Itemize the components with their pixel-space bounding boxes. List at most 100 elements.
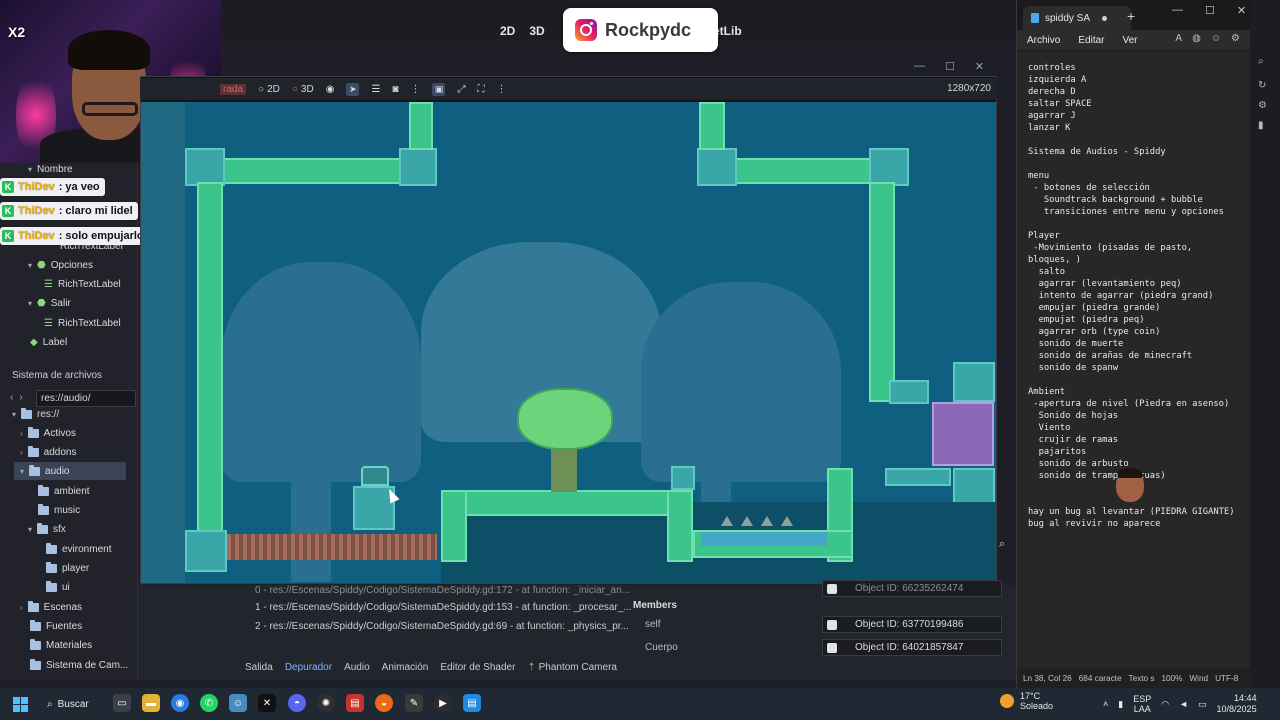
search-icon[interactable]: ⌕ [1258, 56, 1264, 67]
tab-audio[interactable]: Audio [344, 662, 370, 673]
encoding[interactable]: UTF-8 [1215, 674, 1238, 683]
fs-item[interactable]: evironment [46, 540, 111, 558]
fs-item[interactable]: Fuentes [30, 617, 82, 635]
object-id-field[interactable]: Object ID: 63770199486 [822, 616, 1002, 633]
scene-tree-item[interactable]: ◆ Label [30, 333, 67, 351]
tab-animacion[interactable]: Animación [382, 662, 429, 673]
more-icon[interactable]: ⋮ [496, 84, 506, 95]
tab-depurador[interactable]: Depurador [285, 662, 332, 673]
history-icon[interactable]: ↻ [1258, 80, 1266, 91]
clock[interactable]: 14:44 10/8/2025 [1217, 693, 1257, 715]
fs-item[interactable]: › Activos [20, 424, 76, 442]
settings-icon[interactable]: ⚙ [1258, 100, 1267, 111]
scene-tree-item[interactable]: ▾ ⬣ Opciones [28, 256, 93, 274]
file-explorer-icon[interactable]: ▬ [142, 694, 160, 712]
minimize-icon[interactable]: — [914, 60, 925, 73]
search-icon[interactable]: ⌕ [999, 538, 1005, 551]
fullscreen-icon[interactable]: ⛶ [477, 84, 484, 95]
chevron-up-icon[interactable]: ˄ [1103, 699, 1108, 709]
menu-editar[interactable]: Editar [1078, 35, 1104, 46]
settings-icon[interactable]: ⚙ [1231, 33, 1240, 44]
expand-icon[interactable]: ⤢ [457, 84, 465, 95]
format-icon[interactable]: A [1175, 33, 1182, 44]
fs-item[interactable]: Sistema de Cam... [30, 656, 128, 674]
tab-phantom-camera[interactable]: ⇡ Phantom Camera [527, 662, 617, 673]
fs-item[interactable]: › Escenas [20, 598, 82, 616]
camera-icon[interactable]: ◙ [392, 84, 398, 95]
fs-item[interactable]: ▾ res:// [12, 405, 59, 423]
eye-icon[interactable]: ◉ [326, 84, 335, 95]
select-icon[interactable]: ➤ [346, 82, 360, 96]
fs-item[interactable]: music [38, 501, 80, 519]
blender-icon[interactable]: ◒ [375, 694, 393, 712]
discord-icon[interactable]: ◓ [288, 694, 306, 712]
cam-label: X2 [8, 24, 26, 40]
expand-icon[interactable]: ▾ [28, 299, 32, 308]
app-icon[interactable]: ✎ [405, 694, 423, 712]
taskbar-search[interactable]: ⌕ Buscar [47, 695, 89, 713]
fs-item[interactable]: Materiales [30, 636, 92, 654]
menu-ver[interactable]: Ver [1122, 35, 1137, 46]
copilot-icon[interactable]: ◍ [1192, 33, 1201, 44]
battery-icon[interactable]: ▭ [1198, 699, 1207, 710]
notepad-taskbar-icon[interactable]: ▤ [463, 694, 481, 712]
scene-tree-item[interactable]: ☰ RichTextLabel [44, 275, 121, 293]
path-nav-arrows[interactable]: ‹› [10, 392, 29, 403]
list-icon[interactable]: ☰ [371, 84, 380, 95]
object-id-field[interactable]: Object ID: 66235262474 [822, 580, 1002, 597]
line-ending[interactable]: Wind [1189, 674, 1208, 683]
wifi-icon[interactable]: ◠ [1161, 699, 1169, 710]
tab-salida[interactable]: Salida [245, 662, 273, 673]
close-icon[interactable]: ✕ [975, 60, 984, 73]
maximize-icon[interactable]: ☐ [945, 60, 955, 73]
toggle-3d[interactable]: ○ 3D [292, 84, 314, 95]
task-view-icon[interactable]: ▭ [113, 694, 131, 712]
menu-archivo[interactable]: Archivo [1027, 35, 1060, 46]
app-icon[interactable]: ▤ [346, 694, 364, 712]
notepad-text-area[interactable]: controles izquierda A derecha D saltar S… [1017, 52, 1251, 668]
fs-item[interactable]: ▾ sfx [28, 520, 66, 538]
frame-icon[interactable]: ▣ [432, 82, 446, 96]
weather-widget[interactable]: 17°C Soleado [1000, 691, 1053, 711]
object-id-field[interactable]: Object ID: 64021857847 [822, 639, 1002, 656]
language-indicator[interactable]: ESP LAA [1133, 694, 1151, 714]
mic-icon[interactable]: ▮ [1118, 699, 1123, 710]
mode-3d-button[interactable]: 3D [529, 24, 544, 38]
volume-icon[interactable]: ◄ [1179, 699, 1188, 709]
toggle-2d[interactable]: ○ 2D [258, 84, 280, 95]
scene-tree-item[interactable]: ☰ RichTextLabel [44, 314, 121, 332]
zoom-level[interactable]: 100% [1161, 674, 1182, 683]
mode-2d-button[interactable]: 2D [500, 24, 515, 38]
stack-frame[interactable]: 1 - res://Escenas/Spiddy/Codigo/SistemaD… [255, 602, 632, 613]
chrome-icon[interactable]: ◉ [171, 694, 189, 712]
new-tab-icon[interactable]: + [1127, 8, 1135, 24]
notepad-tab[interactable]: spiddy SA [1023, 6, 1131, 30]
game-viewport[interactable] [141, 102, 996, 583]
expand-icon[interactable]: ▾ [28, 261, 32, 270]
expand-icon: ▾ [28, 164, 33, 174]
fs-item[interactable]: player [46, 559, 89, 577]
fs-item[interactable]: › addons [20, 443, 76, 461]
partial-tab[interactable]: rada [220, 83, 247, 95]
whatsapp-icon[interactable]: ✆ [200, 694, 218, 712]
minimize-icon[interactable]: — [1172, 4, 1183, 17]
node-icon: ⬣ [37, 259, 46, 271]
account-icon[interactable]: ☺ [1211, 33, 1221, 44]
stack-frame[interactable]: 2 - res://Escenas/Spiddy/Codigo/SistemaD… [255, 621, 629, 632]
scene-tree-item[interactable]: ▾ ⬣ Salir [28, 294, 71, 312]
media-player-icon[interactable]: ▶ [434, 694, 452, 712]
fs-item[interactable]: ambient [38, 482, 90, 500]
windows-start-icon[interactable] [13, 697, 28, 712]
more-icon[interactable]: ⋮ [410, 84, 420, 95]
panel-icon[interactable]: ▮ [1258, 120, 1264, 131]
capcut-icon[interactable]: ✕ [258, 694, 276, 712]
close-icon[interactable]: ✕ [1237, 4, 1246, 17]
maximize-icon[interactable]: ☐ [1205, 4, 1215, 17]
stack-frame[interactable]: 0 - res://Escenas/Spiddy/Codigo/SistemaD… [255, 585, 630, 596]
fs-item-selected[interactable]: ▾ audio [14, 462, 126, 480]
godot-icon[interactable]: ☺ [229, 694, 247, 712]
fs-item[interactable]: ui [46, 578, 70, 596]
right-dock-strip: ⌕ ↻ ⚙ ▮ [1250, 0, 1280, 688]
chatgpt-icon[interactable]: ✺ [317, 694, 335, 712]
tab-shader-editor[interactable]: Editor de Shader [440, 662, 515, 673]
